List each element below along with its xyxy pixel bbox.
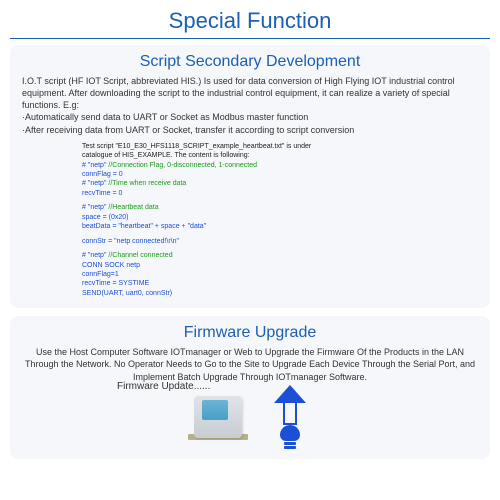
code-line: recvTime = SYSTIME [82, 279, 468, 288]
bulb-icon [280, 425, 300, 449]
code-line: recvTime = 0 [82, 189, 468, 198]
firmware-title: Firmware Upgrade [22, 324, 478, 342]
firmware-card: Firmware Upgrade Use the Host Computer S… [10, 316, 490, 458]
code-line: # "netp" //Channel connected [82, 251, 468, 260]
firmware-update-label: Firmware Update...... [117, 381, 210, 392]
script-dev-intro: I.O.T script (HF IOT Script, abbreviated… [22, 75, 478, 111]
device-icon [188, 392, 248, 442]
page-container: Special Function Script Secondary Develo… [10, 0, 490, 475]
firmware-body: Use the Host Computer Software IOTmanage… [22, 346, 478, 382]
code-line: # "netp" //Heartbeat data [82, 203, 468, 212]
firmware-visual: Firmware Update...... [22, 385, 478, 449]
code-line: space = (0x20) [82, 213, 468, 222]
code-line: SEND(UART, uart0, connStr) [82, 289, 468, 298]
code-line: CONN SOCK netp [82, 261, 468, 270]
main-title: Special Function [10, 8, 490, 39]
code-line: connFlag = 0 [82, 170, 468, 179]
code-example: Test script "E10_E30_HFS1118_SCRIPT_exam… [82, 142, 468, 299]
code-line: catalogue of HIS_EXAMPLE. The content is… [82, 151, 468, 160]
code-line: beatData = "heartbeat" + space + "data" [82, 222, 468, 231]
script-dev-bullet-1: ·Automatically send data to UART or Sock… [22, 111, 478, 123]
script-dev-title: Script Secondary Development [22, 53, 478, 71]
script-dev-card: Script Secondary Development I.O.T scrip… [10, 45, 490, 308]
code-line: connStr = "netp connected!\r\n" [82, 237, 468, 246]
upgrade-arrow-icon [268, 385, 312, 449]
code-line: Test script "E10_E30_HFS1118_SCRIPT_exam… [82, 142, 468, 151]
code-line: connFlag=1 [82, 270, 468, 279]
script-dev-bullet-2: ·After receiving data from UART or Socke… [22, 124, 478, 136]
code-line: # "netp" //Time when receive data [82, 179, 468, 188]
code-line: # "netp" //Connection Flag, 0-disconnect… [82, 161, 468, 170]
